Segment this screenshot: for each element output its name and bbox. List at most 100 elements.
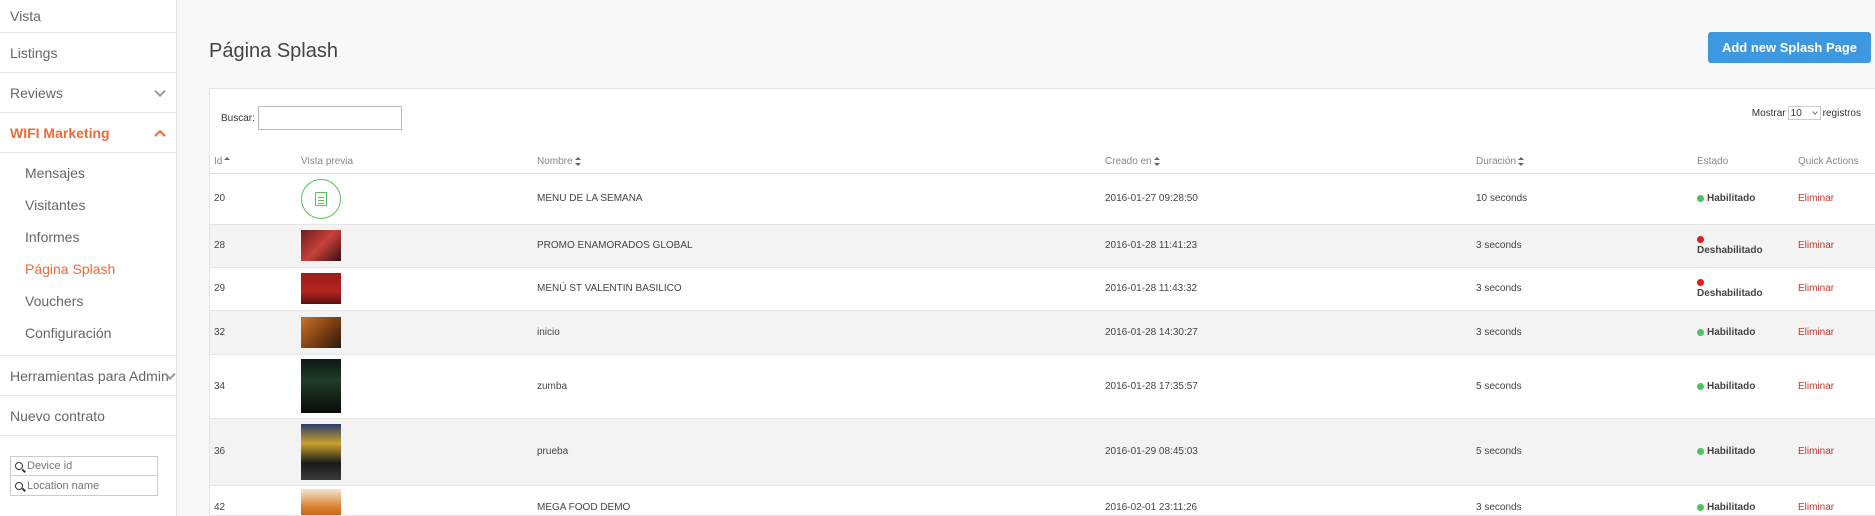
sidebar-item-label: Vista bbox=[10, 8, 41, 24]
cell-actions: Eliminar bbox=[1794, 485, 1875, 515]
submenu-item-label: Informes bbox=[25, 229, 80, 245]
cell-preview[interactable] bbox=[297, 224, 533, 268]
preview-thumbnail bbox=[301, 230, 341, 261]
status-enabled-dot bbox=[1697, 503, 1704, 511]
cell-preview[interactable] bbox=[297, 354, 533, 419]
cell-preview[interactable] bbox=[297, 173, 533, 225]
status-badge: Habilitado bbox=[1707, 326, 1756, 338]
cell-name: prueba bbox=[533, 418, 1101, 486]
table-row: 32 inicio 2016-01-28 14:30:27 3 seconds … bbox=[210, 310, 1875, 355]
delete-link[interactable]: Eliminar bbox=[1798, 502, 1834, 513]
submenu-item-informes[interactable]: Informes bbox=[0, 221, 176, 253]
sidebar: Vista Listings Reviews WIFI Marketing Me… bbox=[0, 0, 177, 516]
delete-link[interactable]: Eliminar bbox=[1798, 381, 1834, 392]
sidebar-item-nuevo-contrato[interactable]: Nuevo contrato bbox=[0, 396, 176, 436]
cell-id: 36 bbox=[210, 418, 297, 486]
cell-created: 2016-01-29 08:45:03 bbox=[1101, 418, 1472, 486]
cell-actions: Eliminar bbox=[1794, 310, 1875, 355]
cell-id: 20 bbox=[210, 173, 297, 225]
column-header-status: Estado bbox=[1693, 151, 1794, 174]
cell-duration: 3 seconds bbox=[1472, 267, 1693, 311]
cell-created: 2016-01-28 11:41:23 bbox=[1101, 224, 1472, 268]
status-badge: Habilitado bbox=[1707, 193, 1756, 204]
cell-duration: 5 seconds bbox=[1472, 418, 1693, 486]
cell-id: 34 bbox=[210, 354, 297, 419]
submenu-item-vouchers[interactable]: Vouchers bbox=[0, 285, 176, 317]
cell-status: Habilitado bbox=[1693, 418, 1794, 486]
submenu-item-label: Configuración bbox=[25, 325, 112, 341]
cell-actions: Eliminar bbox=[1794, 224, 1875, 268]
delete-link[interactable]: Eliminar bbox=[1798, 283, 1834, 294]
status-disabled-dot bbox=[1697, 278, 1704, 286]
cell-status: Habilitado bbox=[1693, 173, 1794, 225]
status-badge: Deshabilitado bbox=[1697, 287, 1763, 299]
status-enabled-dot bbox=[1697, 382, 1704, 390]
document-icon bbox=[301, 178, 341, 219]
cell-preview[interactable] bbox=[297, 310, 533, 355]
cell-created: 2016-01-28 17:35:57 bbox=[1101, 354, 1472, 419]
page-size-control: Mostrar 10 registros bbox=[1752, 106, 1861, 120]
column-header-id[interactable]: Id bbox=[210, 151, 297, 174]
page-title: Página Splash bbox=[209, 40, 338, 62]
sort-icon bbox=[1153, 157, 1160, 167]
sidebar-item-listings[interactable]: Listings bbox=[0, 33, 176, 73]
submenu-item-label: Página Splash bbox=[25, 261, 116, 277]
device-id-input[interactable] bbox=[27, 460, 147, 472]
add-splash-page-button[interactable]: Add new Splash Page bbox=[1708, 32, 1871, 63]
device-id-search[interactable] bbox=[10, 456, 158, 476]
table-row: 36 prueba 2016-01-29 08:45:03 5 seconds … bbox=[210, 418, 1875, 486]
cell-created: 2016-01-28 11:43:32 bbox=[1101, 267, 1472, 311]
table-row: 42 MEGA FOOD DEMO 2016-02-01 23:11:26 3 … bbox=[210, 485, 1875, 515]
delete-link[interactable]: Eliminar bbox=[1798, 327, 1834, 338]
sidebar-item-vista[interactable]: Vista bbox=[0, 0, 176, 33]
sort-asc-icon bbox=[224, 157, 231, 166]
delete-link[interactable]: Eliminar bbox=[1798, 446, 1834, 457]
table-header-row: Id Vista previa Nombre Creado en Duració… bbox=[210, 151, 1875, 174]
submenu-item-mensajes[interactable]: Mensajes bbox=[0, 157, 176, 189]
submenu-item-label: Vouchers bbox=[25, 293, 84, 309]
preview-thumbnail bbox=[301, 273, 341, 304]
splash-pages-panel: Buscar: Mostrar 10 registros Id Vista pr… bbox=[209, 88, 1875, 516]
table-search-input[interactable] bbox=[257, 106, 402, 130]
submenu-item-configuracion[interactable]: Configuración bbox=[0, 317, 176, 349]
cell-name: inicio bbox=[533, 310, 1101, 355]
search-label: Buscar: bbox=[221, 112, 255, 124]
column-header-name[interactable]: Nombre bbox=[533, 151, 1101, 174]
sort-icon bbox=[574, 157, 581, 167]
location-name-input[interactable] bbox=[27, 479, 147, 492]
sidebar-item-wifi-marketing[interactable]: WIFI Marketing bbox=[0, 113, 176, 153]
preview-thumbnail bbox=[301, 359, 341, 413]
cell-created: 2016-01-27 09:28:50 bbox=[1101, 173, 1472, 225]
status-badge: Habilitado bbox=[1707, 501, 1756, 513]
delete-link[interactable]: Eliminar bbox=[1798, 240, 1834, 251]
delete-link[interactable]: Eliminar bbox=[1798, 193, 1834, 204]
sidebar-item-label: Nuevo contrato bbox=[10, 407, 105, 424]
cell-status: Deshabilitado bbox=[1693, 224, 1794, 268]
submenu-item-visitantes[interactable]: Visitantes bbox=[0, 189, 176, 221]
cell-preview[interactable] bbox=[297, 485, 533, 515]
column-header-created[interactable]: Creado en bbox=[1101, 151, 1472, 174]
cell-id: 29 bbox=[210, 267, 297, 311]
preview-thumbnail bbox=[301, 316, 341, 348]
submenu-item-pagina-splash[interactable]: Página Splash bbox=[0, 253, 176, 285]
cell-preview[interactable] bbox=[297, 267, 533, 311]
wifi-marketing-submenu: Mensajes Visitantes Informes Página Spla… bbox=[0, 153, 176, 356]
submenu-item-label: Mensajes bbox=[25, 165, 85, 181]
cell-name: zumba bbox=[533, 354, 1101, 419]
cell-duration: 3 seconds bbox=[1472, 485, 1693, 515]
cell-preview[interactable] bbox=[297, 418, 533, 486]
status-badge: Habilitado bbox=[1707, 380, 1756, 392]
status-enabled-dot bbox=[1697, 328, 1704, 336]
sidebar-item-herramientas[interactable]: Herramientas para Admin bbox=[0, 356, 176, 396]
sidebar-item-reviews[interactable]: Reviews bbox=[0, 73, 176, 113]
search-icon bbox=[15, 481, 23, 490]
sidebar-item-label: WIFI Marketing bbox=[10, 124, 110, 141]
column-header-duration[interactable]: Duración bbox=[1472, 151, 1693, 174]
location-name-search[interactable] bbox=[10, 476, 158, 496]
status-enabled-dot bbox=[1697, 195, 1704, 202]
cell-id: 28 bbox=[210, 224, 297, 268]
page-size-select[interactable]: 10 bbox=[1787, 106, 1821, 120]
chevron-up-icon bbox=[154, 129, 166, 141]
cell-actions: Eliminar bbox=[1794, 354, 1875, 419]
